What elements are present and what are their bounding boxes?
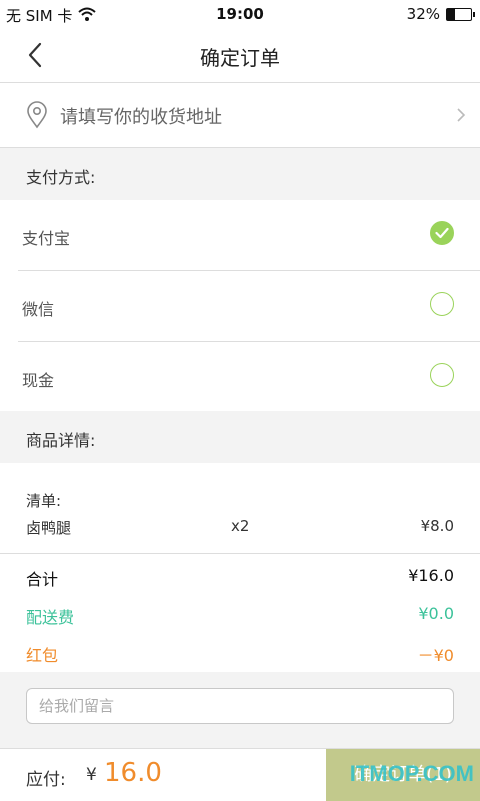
comment-area bbox=[0, 672, 480, 748]
list-title: 清单: bbox=[26, 492, 62, 510]
radio-unchecked-icon[interactable] bbox=[430, 363, 454, 387]
battery-fill bbox=[447, 8, 455, 20]
delivery-fee-row: 配送费 ¥0.0 bbox=[26, 604, 454, 627]
order-detail-card: 清单: 卤鸭腿 x2 ¥8.0 bbox=[0, 463, 480, 554]
order-summary: 合计 ¥16.0 配送费 ¥0.0 红包 －¥0 bbox=[0, 554, 480, 672]
radio-unchecked-icon[interactable] bbox=[430, 292, 454, 316]
delivery-label: 配送费 bbox=[26, 608, 75, 627]
item-price: ¥8.0 bbox=[420, 517, 454, 535]
address-row[interactable]: 请填写你的收货地址 bbox=[0, 83, 480, 148]
payment-method-list: 支付宝 微信 现金 bbox=[0, 200, 480, 412]
total-row: 合计 ¥16.0 bbox=[26, 566, 454, 589]
radio-checked-icon[interactable] bbox=[430, 221, 454, 245]
watermark-logo: ITMOP.COM bbox=[349, 761, 474, 786]
nav-bar: 确定订单 bbox=[0, 28, 480, 83]
red-packet-row[interactable]: 红包 －¥0 bbox=[26, 642, 454, 665]
total-value: ¥16.0 bbox=[408, 566, 454, 585]
details-section-header: 商品详情: bbox=[0, 411, 480, 463]
battery-percent: 32% bbox=[406, 5, 440, 23]
payment-option-cash[interactable]: 现金 bbox=[18, 342, 480, 412]
list-item: 卤鸭腿 x2 ¥8.0 bbox=[26, 517, 454, 537]
item-name: 卤鸭腿 bbox=[26, 519, 72, 537]
address-placeholder: 请填写你的收货地址 bbox=[60, 107, 222, 128]
red-packet-label: 红包 bbox=[26, 646, 59, 665]
item-quantity: x2 bbox=[231, 517, 250, 535]
payment-option-label: 支付宝 bbox=[22, 229, 71, 248]
amount-due-label: 应付: bbox=[26, 770, 66, 790]
payment-option-wechat[interactable]: 微信 bbox=[18, 271, 480, 342]
chevron-right-icon bbox=[457, 108, 466, 122]
page-title: 确定订单 bbox=[200, 46, 280, 70]
red-packet-value: －¥0 bbox=[417, 646, 454, 665]
delivery-value: ¥0.0 bbox=[418, 604, 454, 623]
details-section-label: 商品详情: bbox=[26, 431, 96, 450]
total-label: 合计 bbox=[26, 570, 59, 589]
payment-section-label: 支付方式: bbox=[26, 168, 96, 187]
status-bar: 无 SIM 卡 19:00 32% bbox=[0, 0, 480, 28]
location-pin-icon bbox=[27, 101, 47, 129]
status-right: 32% bbox=[406, 5, 475, 23]
amount-due-value: 16.0 bbox=[104, 758, 162, 788]
currency-symbol: ¥ bbox=[86, 765, 97, 785]
payment-section-header: 支付方式: bbox=[0, 148, 480, 200]
comment-input[interactable] bbox=[26, 688, 454, 724]
payment-option-alipay[interactable]: 支付宝 bbox=[18, 200, 480, 271]
battery-icon bbox=[446, 7, 475, 21]
payment-option-label: 现金 bbox=[22, 371, 55, 390]
payment-option-label: 微信 bbox=[22, 300, 55, 319]
